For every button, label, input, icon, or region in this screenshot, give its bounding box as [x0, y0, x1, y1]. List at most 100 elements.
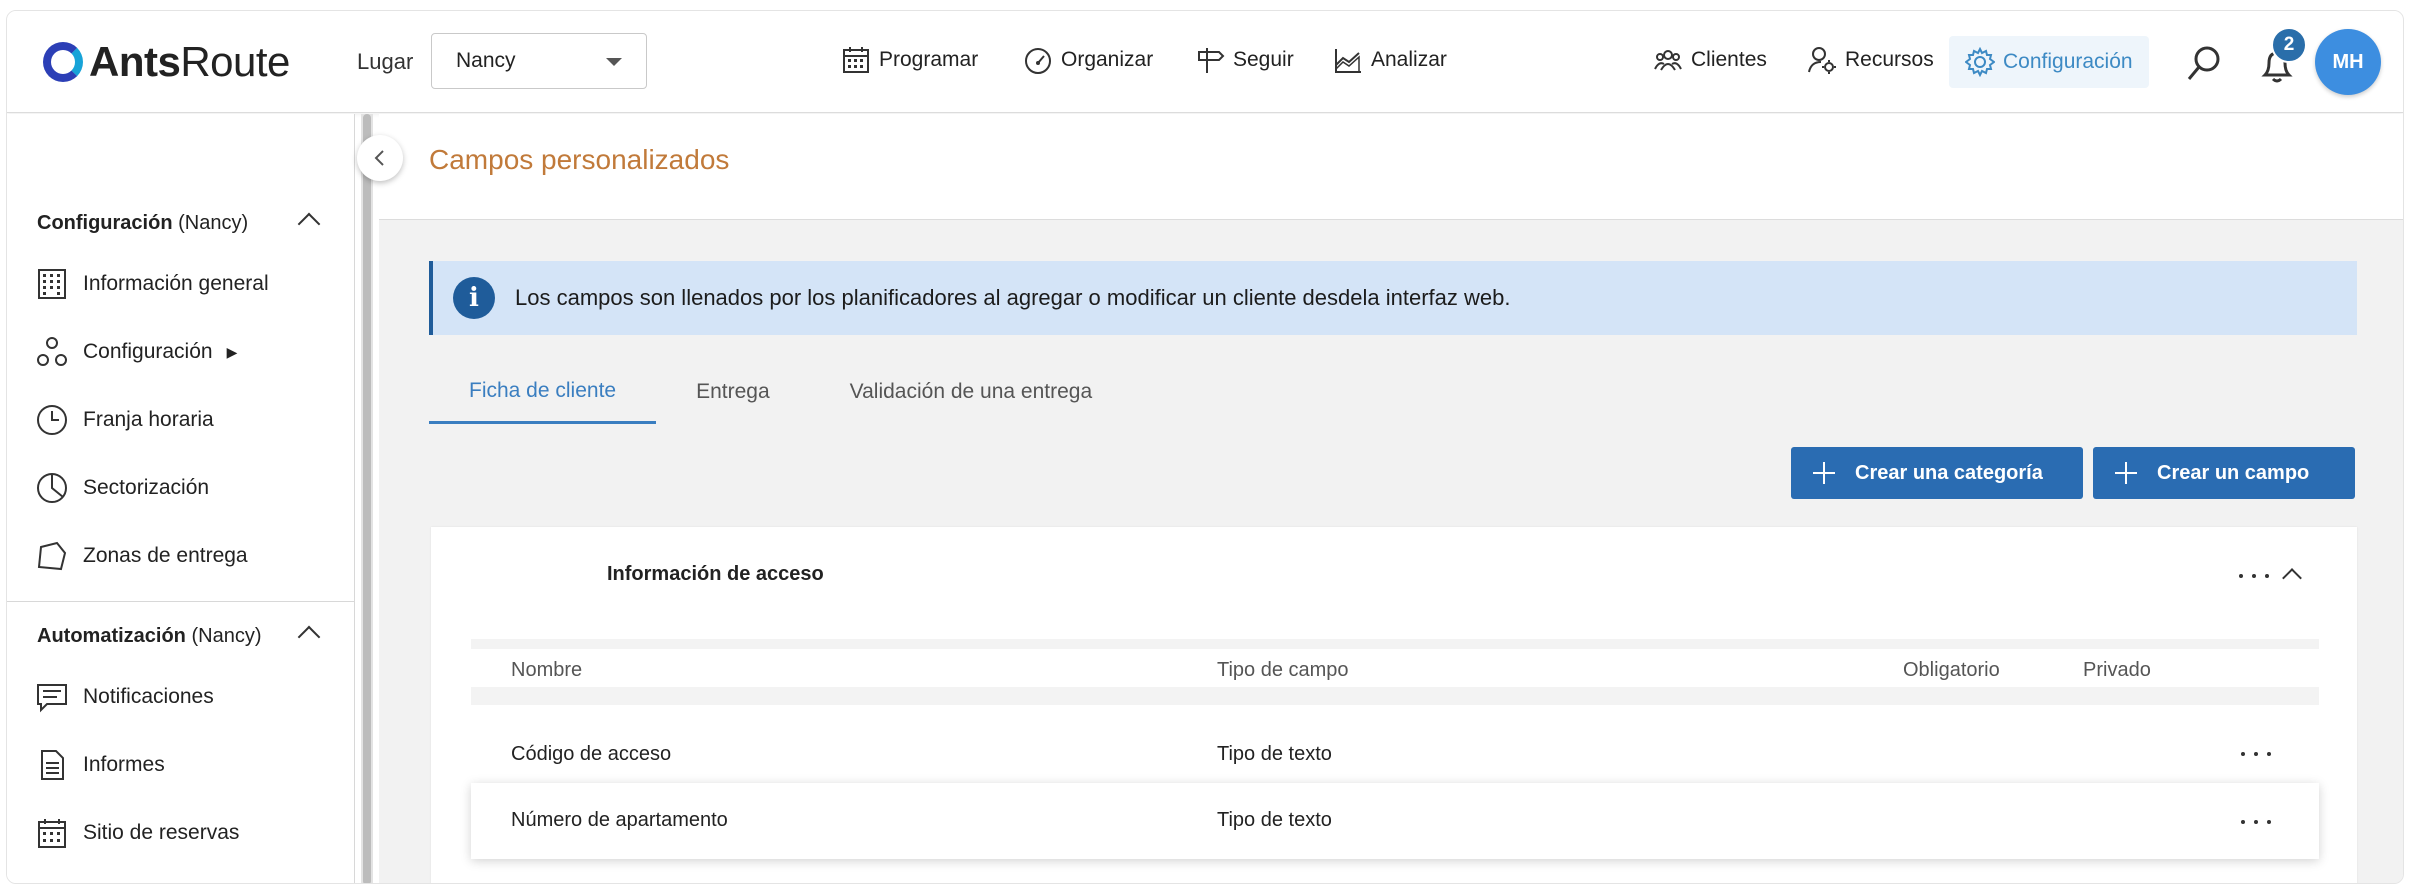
nav-label: Seguir	[1233, 48, 1294, 71]
table-header: Nombre Tipo de campo Obligatorio Privado	[471, 639, 2319, 705]
gear-icon	[1965, 47, 1995, 77]
plus-icon	[2115, 462, 2137, 484]
nav-recursos[interactable]: Recursos	[1807, 45, 1934, 75]
section-title: Configuración	[37, 212, 173, 234]
sidebar-item-sectorizacion[interactable]: Sectorización	[35, 468, 209, 508]
users-icon	[1654, 50, 1682, 71]
search-icon[interactable]	[2185, 43, 2225, 83]
lugar-select[interactable]: Nancy	[431, 33, 647, 89]
category-card: Información de acceso Nombre Tipo de cam…	[431, 527, 2357, 883]
nav-seguir[interactable]: Seguir	[1195, 45, 1294, 75]
top-bar: AntsRoute Lugar Nancy Programar Organiza…	[7, 11, 2403, 113]
nav-clientes[interactable]: Clientes	[1653, 45, 1767, 75]
button-label: Crear una categoría	[1855, 461, 2043, 484]
tabs: Ficha de cliente Entrega Validación de u…	[429, 360, 1132, 424]
nav-label: Clientes	[1691, 48, 1767, 71]
cog-cluster-icon	[37, 337, 67, 366]
calendar-icon	[843, 47, 869, 73]
logo-mark-icon	[43, 42, 83, 82]
sidebar-item-informes[interactable]: Informes	[35, 745, 165, 785]
avatar[interactable]: MH	[2315, 29, 2381, 95]
column-header: Privado	[2083, 659, 2151, 681]
sidebar-item-label: Informes	[83, 753, 165, 776]
column-header: Tipo de campo	[1217, 659, 1349, 681]
nav-configuracion[interactable]: Configuración	[1949, 36, 2149, 88]
sidebar-item-notificaciones[interactable]: Notificaciones	[35, 677, 214, 717]
sidebar-divider	[7, 601, 355, 602]
table-row[interactable]: Código de acceso Tipo de texto	[471, 723, 2319, 785]
field-name: Código de acceso	[511, 743, 672, 765]
column-header: Nombre	[511, 659, 583, 681]
tab-entrega[interactable]: Entrega	[656, 360, 810, 424]
signpost-icon	[1198, 48, 1225, 73]
submenu-arrow-icon: ▶	[226, 343, 238, 360]
chevron-up-icon	[297, 625, 321, 649]
caret-down-icon	[606, 58, 622, 66]
info-text: Los campos son llenados por los planific…	[515, 285, 1511, 310]
building-icon	[38, 269, 66, 299]
lugar-value: Nancy	[456, 49, 516, 72]
notification-badge[interactable]: 2	[2271, 27, 2307, 63]
sidebar-item-sitio-de-reservas[interactable]: Sitio de reservas	[35, 813, 239, 853]
sidebar-item-franja-horaria[interactable]: Franja horaria	[35, 400, 214, 440]
table-row[interactable]: Número de apartamento Tipo de texto	[471, 783, 2319, 859]
nav-programar[interactable]: Programar	[841, 45, 978, 75]
more-options-icon[interactable]	[2239, 571, 2269, 581]
collapse-sidebar-button[interactable]	[357, 135, 403, 181]
nav-label: Configuración	[2003, 50, 2133, 73]
create-field-button[interactable]: Crear un campo	[2093, 447, 2355, 499]
pie-icon	[37, 473, 67, 503]
category-title: Información de acceso	[607, 563, 824, 585]
sidebar: Configuración (Nancy) Información genera…	[7, 114, 355, 883]
app-window: AntsRoute Lugar Nancy Programar Organiza…	[6, 10, 2404, 884]
button-label: Crear un campo	[2157, 461, 2310, 484]
column-header: Obligatorio	[1903, 659, 2000, 681]
info-icon: i	[453, 277, 495, 319]
polygon-icon	[37, 541, 67, 571]
sidebar-scrollbar[interactable]	[361, 114, 373, 883]
sidebar-item-configuracion[interactable]: Configuración ▶	[35, 332, 237, 372]
clock-icon	[37, 405, 67, 435]
nav-analizar[interactable]: Analizar	[1333, 45, 1447, 75]
chart-icon	[1335, 49, 1361, 73]
message-icon	[37, 684, 67, 713]
row-options-icon[interactable]	[2241, 749, 2271, 759]
nav-label: Recursos	[1845, 48, 1934, 71]
field-type: Tipo de texto	[1217, 809, 1332, 831]
plus-icon	[1813, 462, 1835, 484]
nav-label: Programar	[879, 48, 979, 71]
sidebar-item-label: Notificaciones	[83, 685, 214, 708]
sidebar-item-zonas-de-entrega[interactable]: Zonas de entrega	[35, 536, 248, 576]
chevron-up-icon	[297, 212, 321, 236]
sidebar-item-label: Zonas de entrega	[83, 544, 248, 567]
sidebar-item-label: Franja horaria	[83, 408, 214, 431]
sidebar-item-label: Información general	[83, 272, 269, 295]
field-name: Número de apartamento	[511, 809, 728, 831]
tab-validacion[interactable]: Validación de una entrega	[810, 360, 1132, 424]
page-header: Campos personalizados	[379, 114, 2403, 220]
section-suffix: (Nancy)	[178, 212, 249, 234]
sidebar-item-label: Configuración	[83, 340, 213, 363]
sidebar-item-informacion-general[interactable]: Información general	[35, 264, 269, 304]
nav-organizar[interactable]: Organizar	[1023, 45, 1153, 75]
section-title: Automatización	[37, 625, 186, 647]
sidebar-section-configuracion[interactable]: Configuración (Nancy)	[37, 212, 337, 236]
sidebar-section-automatizacion[interactable]: Automatización (Nancy)	[37, 625, 337, 649]
field-type: Tipo de texto	[1217, 743, 1332, 765]
chevron-up-icon[interactable]	[2282, 568, 2302, 588]
sidebar-item-label: Sectorización	[83, 476, 210, 499]
user-gear-icon	[1808, 47, 1836, 74]
gauge-icon	[1025, 48, 1051, 74]
row-options-icon[interactable]	[2241, 817, 2271, 827]
nav-label: Analizar	[1371, 48, 1447, 71]
scrollbar-thumb[interactable]	[363, 114, 371, 883]
nav-label: Organizar	[1061, 48, 1154, 71]
tab-ficha-de-cliente[interactable]: Ficha de cliente	[429, 360, 657, 424]
calendar-grid-icon	[38, 819, 66, 848]
create-category-button[interactable]: Crear una categoría	[1791, 447, 2083, 499]
page-title: Campos personalizados	[429, 144, 730, 175]
info-banner: i Los campos son llenados por los planif…	[429, 261, 2357, 335]
main-content: Campos personalizados i Los campos son l…	[379, 114, 2403, 883]
sidebar-item-label: Sitio de reservas	[83, 821, 240, 844]
antsroute-logo[interactable]: AntsRoute	[43, 38, 290, 85]
